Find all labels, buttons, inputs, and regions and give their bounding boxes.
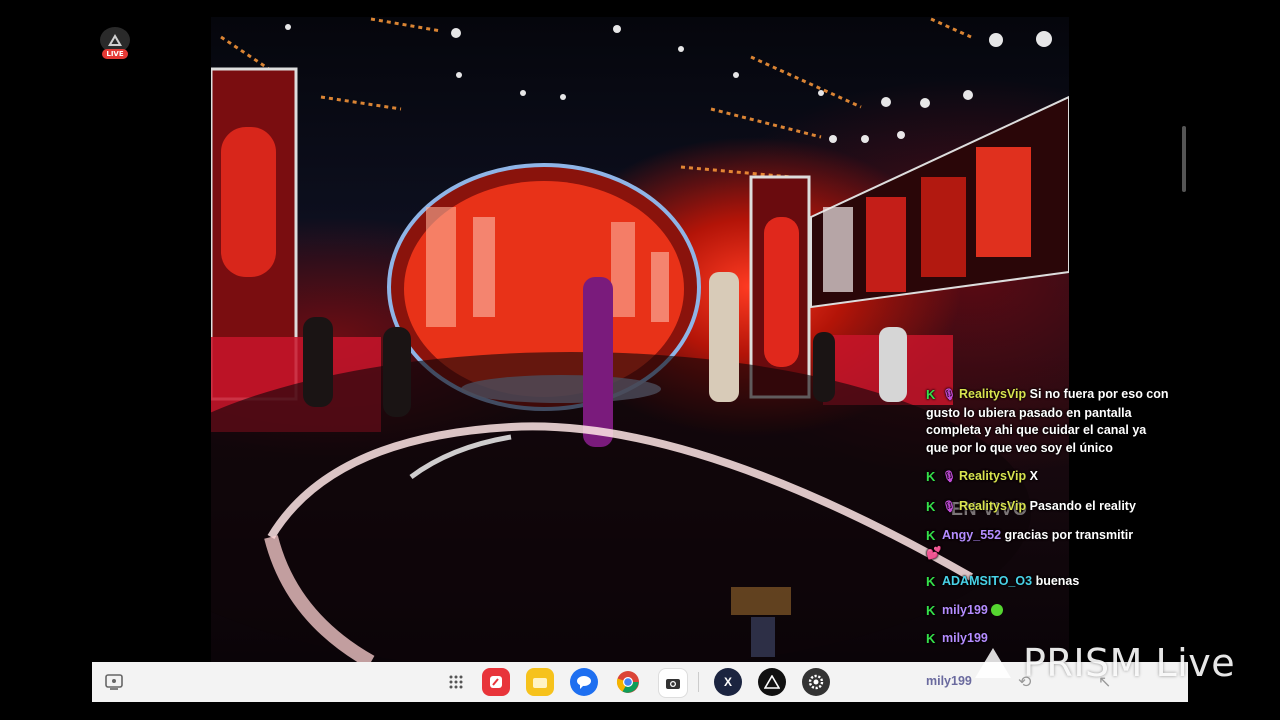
chat-username: Angy_552: [942, 528, 1002, 542]
recent-apps-icon[interactable]: [100, 668, 128, 696]
chat-message: Kmily199: [926, 602, 1171, 620]
chat-message: K 🎙 RealitysVip X: [926, 468, 1171, 487]
scroll-indicator[interactable]: [1182, 126, 1186, 192]
live-badge: LIVE: [102, 49, 128, 59]
chat-text: buenas: [1035, 574, 1080, 588]
mic-icon: 🎙: [942, 500, 956, 513]
app-drawer-icon[interactable]: [442, 668, 470, 696]
chat-message: K ADAMSITO_O3 buenas: [926, 573, 1171, 591]
taskbar-divider: [698, 672, 699, 692]
watermark-text: PRISM Live: [1023, 641, 1236, 685]
chat-username-faded: mily199: [926, 674, 972, 688]
kick-icon: K: [926, 602, 936, 618]
messages-icon[interactable]: [570, 668, 598, 696]
xtream-app-icon[interactable]: X: [714, 668, 742, 696]
prism-logo-icon: [975, 648, 1011, 678]
prism-live-watermark: PRISM Live: [975, 641, 1235, 685]
heart-emoji: 💕: [926, 545, 942, 560]
kick-icon: K: [926, 469, 936, 484]
kick-icon: K: [926, 387, 936, 402]
smile-emoji-icon: [990, 603, 1003, 616]
my-files-icon[interactable]: [526, 668, 554, 696]
chat-username: mily199: [942, 602, 988, 617]
chrome-icon[interactable]: [614, 668, 642, 696]
camera-icon[interactable]: [658, 668, 688, 698]
chat-text: gracias por transmitir: [1004, 528, 1134, 542]
kick-icon: K: [926, 498, 936, 514]
notes-app-icon[interactable]: [482, 668, 510, 696]
chat-message: K 🎙 RealitysVip Si no fuera por eso con gu…: [926, 386, 1171, 457]
chat-username: RealitysVip: [958, 387, 1027, 401]
mic-icon: 🎙: [942, 471, 956, 483]
settings-icon[interactable]: [802, 668, 830, 696]
live-indicator[interactable]: LIVE: [100, 27, 130, 61]
chat-username: RealitysVip: [958, 469, 1027, 483]
chat-message: K Angy_552 gracias por transmitir 💕: [926, 527, 1171, 562]
kick-icon: K: [926, 631, 936, 646]
mic-icon: 🎙: [942, 389, 956, 401]
chat-username: RealitysVip: [958, 498, 1027, 513]
chat-message: K 🎙 RealitysVip Pasando el reality: [926, 498, 1171, 517]
chat-username: ADAMSITO_O3: [942, 574, 1033, 588]
live-chat: K 🎙 RealitysVip Si no fuera por eso con gu…: [926, 386, 1171, 659]
kick-icon: K: [926, 528, 936, 543]
chat-text: Pasando el reality: [1029, 498, 1136, 513]
prism-app-icon[interactable]: [758, 668, 786, 696]
chat-text: X: [1029, 469, 1038, 483]
kick-icon: K: [926, 574, 936, 589]
